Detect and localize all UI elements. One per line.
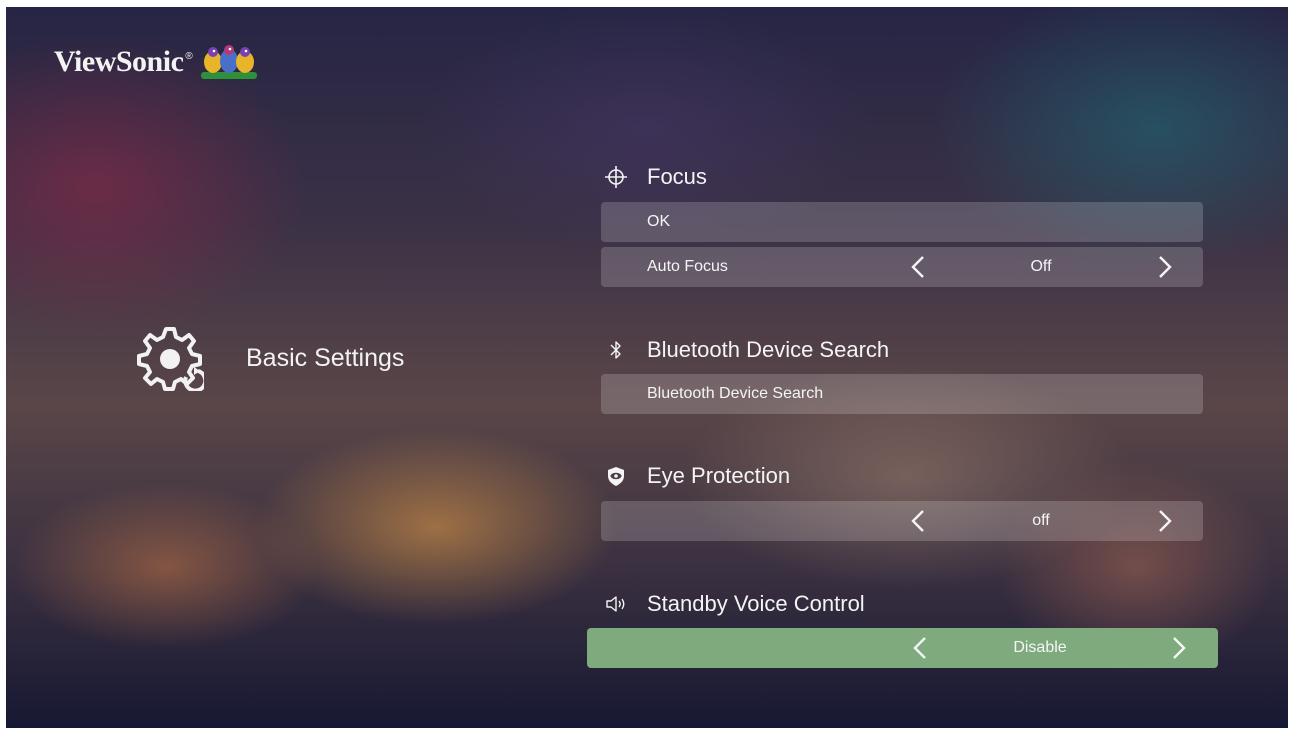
bluetooth-title: Bluetooth Device Search — [647, 337, 890, 362]
chevron-left-icon[interactable] — [909, 636, 933, 660]
eye-protection-title: Eye Protection — [647, 463, 791, 488]
bluetooth-search-button[interactable]: Bluetooth Device Search — [601, 374, 1203, 414]
bluetooth-icon — [604, 338, 628, 362]
brand-name: ViewSonic — [54, 45, 184, 78]
auto-focus-label: Auto Focus — [647, 258, 728, 275]
speaker-icon — [604, 592, 628, 616]
crosshair-icon — [604, 165, 628, 189]
eye-shield-icon — [604, 464, 628, 488]
auto-focus-value: Off — [1030, 258, 1052, 275]
bluetooth-search-label: Bluetooth Device Search — [647, 385, 824, 402]
eye-protection-selector[interactable]: off — [601, 501, 1203, 541]
chevron-right-icon[interactable] — [1152, 255, 1176, 279]
bluetooth-section-title: Bluetooth Device Search — [604, 334, 889, 366]
chevron-left-icon[interactable] — [907, 255, 931, 279]
chevron-right-icon[interactable] — [1152, 509, 1176, 533]
focus-ok-button[interactable]: OK — [601, 202, 1203, 242]
gear-icon — [137, 327, 204, 391]
focus-ok-label: OK — [647, 213, 671, 230]
chevron-left-icon[interactable] — [907, 509, 931, 533]
viewsonic-logo: ViewSonic ® — [54, 39, 259, 85]
eye-protection-value: off — [1032, 512, 1050, 529]
standby-voice-section-title: Standby Voice Control — [604, 588, 865, 620]
category-panel: Basic Settings — [136, 325, 404, 391]
auto-focus-selector[interactable]: Auto Focus Off — [601, 247, 1203, 287]
chevron-right-icon[interactable] — [1166, 636, 1190, 660]
standby-voice-selector[interactable]: Disable — [587, 628, 1218, 668]
projector-screen: ViewSonic ® Basic Settings Focus OK Auto… — [6, 7, 1288, 728]
category-title: Basic Settings — [246, 343, 405, 372]
focus-section-title: Focus — [604, 161, 707, 193]
registered-mark: ® — [185, 51, 193, 62]
eye-protection-section-title: Eye Protection — [604, 460, 790, 492]
standby-voice-value: Disable — [1013, 639, 1067, 656]
standby-voice-title: Standby Voice Control — [647, 591, 865, 616]
focus-title: Focus — [647, 164, 707, 189]
birds-logo-icon — [200, 45, 257, 79]
